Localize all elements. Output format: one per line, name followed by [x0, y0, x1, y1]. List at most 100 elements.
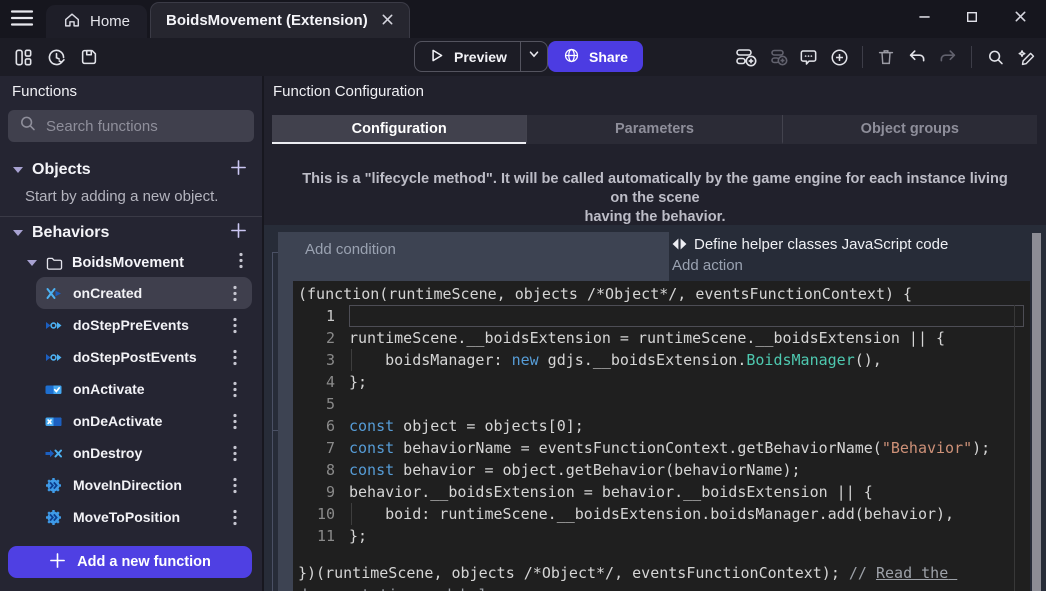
- line-number: 2: [293, 327, 349, 349]
- toolbar-divider: [862, 46, 863, 68]
- tab-home[interactable]: Home: [46, 5, 147, 38]
- play-icon: [428, 47, 445, 67]
- step-icon: [45, 349, 62, 366]
- group-menu-button[interactable]: [233, 252, 249, 274]
- maximize-button[interactable]: [948, 0, 996, 38]
- add-action-area[interactable]: Add action: [672, 257, 743, 274]
- close-tab-button[interactable]: [381, 11, 394, 30]
- js-event-title-label: Define helper classes JavaScript code: [694, 236, 948, 253]
- code-line: 7const behaviorName = eventsFunctionCont…: [293, 437, 1030, 459]
- function-item-menu-button[interactable]: [227, 314, 243, 336]
- line-content: };: [349, 371, 1024, 393]
- add-new-function-button[interactable]: Add a new function: [8, 546, 252, 578]
- line-number: 1: [293, 305, 349, 327]
- behavior-group-boidsmovement[interactable]: BoidsMovement: [0, 249, 262, 277]
- tab-object-groups[interactable]: Object groups: [782, 115, 1037, 144]
- step-icon: [45, 317, 62, 334]
- preview-options-button[interactable]: [520, 42, 547, 71]
- code-line: 10 boid: runtimeScene.__boidsExtension.b…: [293, 503, 1030, 525]
- add-comment-icon: [798, 47, 819, 68]
- line-number: 11: [293, 525, 349, 547]
- function-item-ondestroy[interactable]: onDestroy: [36, 437, 252, 469]
- function-item-oncreated[interactable]: onCreated: [36, 277, 252, 309]
- function-item-menu-button[interactable]: [227, 282, 243, 304]
- minimize-button[interactable]: [900, 0, 948, 38]
- add-comment-button[interactable]: [794, 42, 822, 72]
- undo-button[interactable]: [903, 42, 931, 72]
- js-event-title[interactable]: Define helper classes JavaScript code: [672, 233, 948, 255]
- code-line: 1: [293, 305, 1030, 327]
- search-functions-box: [8, 110, 254, 142]
- toolbar-right-group: [732, 38, 1040, 76]
- description-line-1: This is a "lifecycle method". It will be…: [292, 170, 1018, 208]
- code-line: 4};: [293, 371, 1030, 393]
- gear-icon: [45, 477, 62, 494]
- share-button[interactable]: Share: [548, 41, 643, 72]
- function-item-menu-button[interactable]: [227, 410, 243, 432]
- function-item-label: doStepPreEvents: [73, 317, 216, 333]
- search-functions-input[interactable]: [46, 118, 245, 135]
- line-content: const object = objects[0];: [349, 415, 1024, 437]
- add-subevent-button[interactable]: [763, 42, 791, 72]
- function-item-label: MoveInDirection: [73, 477, 216, 493]
- code-footer-line: })(runtimeScene, objects /*Object*/, eve…: [293, 562, 1030, 591]
- add-behavior-button[interactable]: [228, 220, 249, 246]
- main-menu-button[interactable]: [10, 10, 36, 30]
- line-number: 7: [293, 437, 349, 459]
- minimize-icon: [918, 10, 931, 28]
- line-number: 10: [293, 503, 349, 525]
- line-content: [349, 393, 1024, 415]
- search-icon: [18, 114, 37, 138]
- globe-icon: [563, 47, 580, 67]
- line-number: 6: [293, 415, 349, 437]
- tab-configuration[interactable]: Configuration: [272, 115, 526, 144]
- line-content: boid: runtimeScene.__boidsExtension.boid…: [349, 503, 1024, 525]
- function-item-ondeactivate[interactable]: onDeActivate: [36, 405, 252, 437]
- close-window-button[interactable]: [996, 0, 1044, 38]
- add-object-button[interactable]: [228, 157, 249, 183]
- history-icon: [46, 47, 67, 68]
- add-action-label: Add action: [672, 257, 743, 274]
- function-item-dosteppostevents[interactable]: doStepPostEvents: [36, 341, 252, 373]
- code-line: 8const behavior = object.getBehavior(beh…: [293, 459, 1030, 481]
- function-item-movetoposition[interactable]: MoveToPosition: [36, 501, 252, 533]
- code-line: 2runtimeScene.__boidsExtension = runtime…: [293, 327, 1030, 349]
- function-item-menu-button[interactable]: [227, 346, 243, 368]
- save-button[interactable]: [75, 42, 103, 72]
- function-item-menu-button[interactable]: [227, 474, 243, 496]
- function-item-menu-button[interactable]: [227, 442, 243, 464]
- trash-icon: [876, 47, 896, 67]
- tab-parameters[interactable]: Parameters: [526, 115, 781, 144]
- window-controls: [900, 0, 1044, 38]
- function-item-dosteppreevents[interactable]: doStepPreEvents: [36, 309, 252, 341]
- add-event-button[interactable]: [732, 42, 760, 72]
- history-button[interactable]: [42, 42, 70, 72]
- function-item-onactivate[interactable]: onActivate: [36, 373, 252, 405]
- destroy-icon: [45, 445, 62, 462]
- js-code-editor[interactable]: (function(runtimeScene, objects /*Object…: [293, 281, 1030, 591]
- event-drag-handle[interactable]: [278, 232, 293, 591]
- code-line: 3 boidsManager: new gdjs.__boidsExtensio…: [293, 349, 1030, 371]
- edit-properties-button[interactable]: [1012, 42, 1040, 72]
- section-objects[interactable]: Objects: [0, 154, 262, 186]
- line-number: 9: [293, 481, 349, 503]
- delete-button[interactable]: [872, 42, 900, 72]
- tab-boidsmovement-extension[interactable]: BoidsMovement (Extension): [150, 2, 410, 38]
- function-item-label: onCreated: [73, 285, 216, 301]
- add-circle-button[interactable]: [825, 42, 853, 72]
- line-number: 5: [293, 393, 349, 415]
- project-manager-button[interactable]: [9, 42, 37, 72]
- toolbar-left-group: [9, 38, 103, 76]
- add-function-label: Add a new function: [77, 554, 211, 570]
- search-button[interactable]: [981, 42, 1009, 72]
- add-condition-area[interactable]: Add condition: [293, 232, 669, 281]
- function-item-menu-button[interactable]: [227, 506, 243, 528]
- add-condition-label: Add condition: [305, 241, 396, 258]
- function-item-moveindirection[interactable]: MoveInDirection: [36, 469, 252, 501]
- preview-label: Preview: [454, 49, 507, 65]
- function-item-menu-button[interactable]: [227, 378, 243, 400]
- redo-button[interactable]: [934, 42, 962, 72]
- section-behaviors[interactable]: Behaviors: [0, 217, 262, 249]
- preview-button[interactable]: Preview: [415, 42, 520, 71]
- events-scrollbar[interactable]: [1032, 233, 1041, 591]
